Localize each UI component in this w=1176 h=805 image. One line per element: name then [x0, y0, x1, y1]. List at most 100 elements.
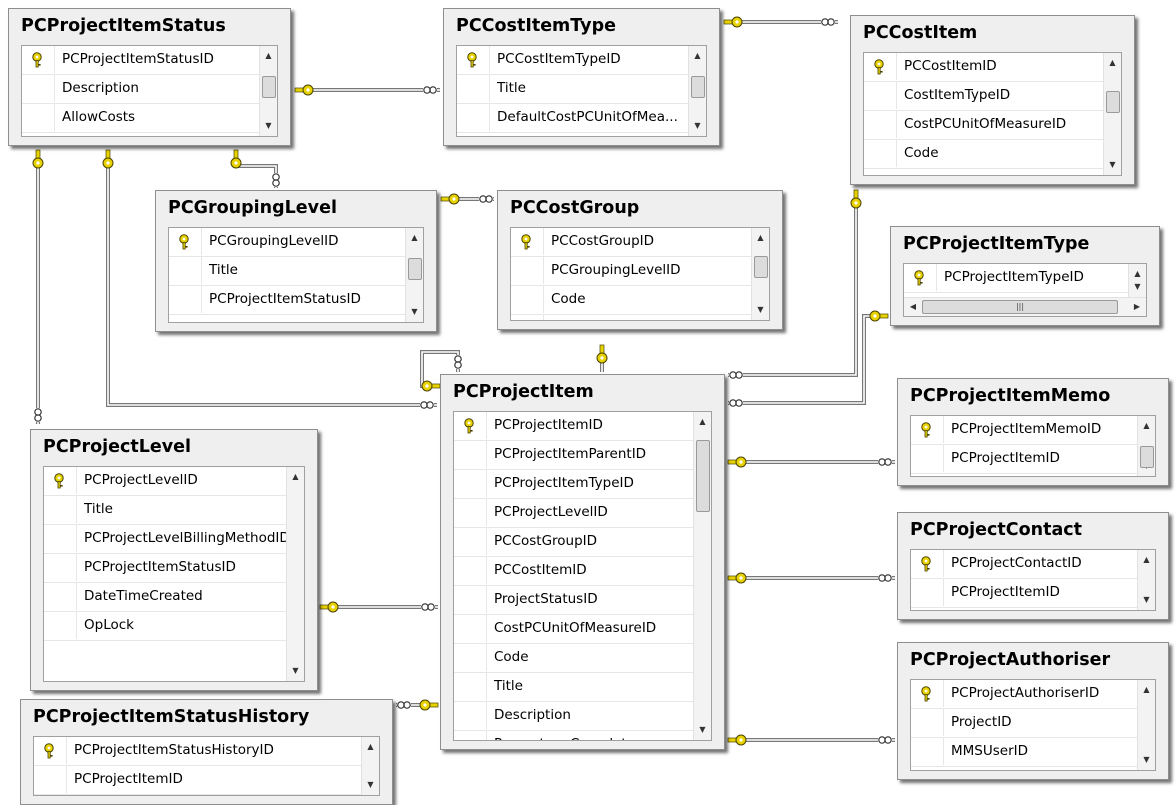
- primary-key-column-row[interactable]: PCCostItemTypeID: [457, 46, 688, 75]
- vertical-scrollbar[interactable]: ▲▼: [693, 412, 711, 740]
- column-row[interactable]: MMSUserID: [911, 738, 1137, 767]
- relationship-pcgroupinglevel-to-pccostgroup[interactable]: [440, 193, 494, 205]
- primary-key-column-row[interactable]: PCCostItemID: [864, 53, 1103, 82]
- vertical-scrollbar[interactable]: ▲▼: [688, 46, 706, 136]
- column-row[interactable]: CostPCUnitOfMeasureID: [864, 111, 1103, 140]
- scroll-down-arrow-icon[interactable]: ▼: [689, 118, 706, 134]
- column-row[interactable]: Description: [454, 702, 693, 731]
- table-pcgroupinglevel[interactable]: PCGroupingLevel PCGroupingLevelID Title PCP…: [155, 190, 437, 332]
- table-title[interactable]: PCProjectItemType: [891, 227, 1159, 261]
- table-pcprojectitem[interactable]: PCProjectItem PCProjectItemID PCProjectIte…: [440, 374, 725, 750]
- column-row[interactable]: CostPCUnitOfMeasureID: [454, 615, 693, 644]
- scroll-down-arrow-icon[interactable]: ▼: [1104, 157, 1121, 173]
- table-pcprojectauthoriser[interactable]: PCProjectAuthoriser PCProjectAuthoriserID…: [897, 642, 1169, 780]
- table-title[interactable]: PCProjectAuthoriser: [898, 643, 1168, 677]
- column-row[interactable]: Title: [169, 257, 405, 286]
- table-pcprojectitemtype[interactable]: PCProjectItemType PCProjectItemTypeID ▲ ▼ ◀ |…: [890, 226, 1160, 326]
- primary-key-column-row[interactable]: PCProjectItemMemoID: [911, 416, 1137, 445]
- column-row[interactable]: AllowCosts: [22, 104, 259, 133]
- column-row[interactable]: PCGroupingLevelID: [511, 257, 751, 286]
- scroll-up-arrow-icon[interactable]: ▲: [752, 230, 769, 246]
- relationship-pcprojectlevel-to-pcprojectitem[interactable]: [319, 601, 438, 613]
- scroll-up-arrow-icon[interactable]: ▲: [362, 739, 379, 755]
- table-pccostitemtype[interactable]: PCCostItemType PCCostItemTypeID Title Defau…: [443, 8, 720, 146]
- vertical-scrollbar[interactable]: ▲▼: [259, 46, 277, 136]
- column-row[interactable]: Title: [457, 75, 688, 104]
- table-title[interactable]: PCCostItemType: [444, 9, 719, 43]
- table-title[interactable]: PCProjectContact: [898, 513, 1168, 547]
- table-title[interactable]: PCCostItem: [851, 16, 1134, 50]
- scroll-left-arrow-icon[interactable]: ◀: [906, 298, 920, 316]
- vertical-scrollbar[interactable]: ▲▼: [1137, 680, 1155, 770]
- column-row[interactable]: DateTimeCreated: [44, 583, 286, 612]
- column-row[interactable]: PCProjectItemID: [911, 445, 1137, 474]
- table-title[interactable]: PCCostGroup: [498, 191, 782, 225]
- vertical-scrollbar[interactable]: ▲▼: [751, 228, 769, 320]
- scroll-thumb[interactable]: [408, 258, 422, 280]
- scroll-down-arrow-icon[interactable]: ▼: [1129, 279, 1146, 295]
- relationship-pcprojectitem-to-pcprojectcontact[interactable]: [727, 572, 895, 584]
- column-row[interactable]: PCCostItemID: [454, 557, 693, 586]
- column-row[interactable]: PCProjectItemID: [911, 579, 1137, 608]
- scroll-up-arrow-icon[interactable]: ▲: [1138, 552, 1155, 568]
- primary-key-column-row[interactable]: PCGroupingLevelID: [169, 228, 405, 257]
- table-pcprojectitemmemo[interactable]: PCProjectItemMemo PCProjectItemMemoID PCPr…: [897, 378, 1169, 486]
- scroll-down-arrow-icon[interactable]: ▼: [287, 663, 304, 679]
- table-pcprojectcontact[interactable]: PCProjectContact PCProjectContactID PCProj…: [897, 512, 1169, 620]
- scroll-up-arrow-icon[interactable]: ▲: [287, 469, 304, 485]
- relationship-pccostitemtype-to-pccostitem[interactable]: [723, 16, 838, 28]
- relationship-pccostgroup-to-pcprojectitem[interactable]: [596, 344, 608, 372]
- scroll-down-arrow-icon[interactable]: ▼: [694, 722, 711, 738]
- column-row[interactable]: PCProjectItemStatusID: [169, 286, 405, 315]
- column-row[interactable]: PCProjectItemTypeID: [454, 470, 693, 499]
- vertical-scrollbar[interactable]: ▲▼: [1128, 264, 1146, 297]
- scroll-thumb[interactable]: [754, 256, 768, 278]
- table-title[interactable]: PCProjectItemStatusHistory: [21, 700, 392, 734]
- column-row[interactable]: ProjectID: [911, 709, 1137, 738]
- table-title[interactable]: PCProjectItemStatus: [9, 9, 290, 43]
- primary-key-column-row[interactable]: PCProjectAuthoriserID: [911, 680, 1137, 709]
- scroll-up-arrow-icon[interactable]: ▲: [694, 414, 711, 430]
- scroll-thumb[interactable]: [691, 76, 705, 98]
- table-title[interactable]: PCProjectItemMemo: [898, 379, 1168, 413]
- column-row[interactable]: Title: [44, 496, 286, 525]
- scroll-thumb[interactable]: [1106, 91, 1120, 113]
- column-row[interactable]: Title: [511, 315, 751, 320]
- table-title[interactable]: PCProjectLevel: [31, 430, 317, 464]
- primary-key-column-row[interactable]: PCCostGroupID: [511, 228, 751, 257]
- scroll-right-arrow-icon[interactable]: ▶: [1130, 298, 1144, 316]
- scroll-up-arrow-icon[interactable]: ▲: [406, 230, 423, 246]
- primary-key-column-row[interactable]: PCProjectContactID: [911, 550, 1137, 579]
- relationship-pcprojectitem-to-pcprojectauthoriser[interactable]: [727, 734, 895, 746]
- column-row[interactable]: PCCostGroupID: [454, 528, 693, 557]
- table-pccostitem[interactable]: PCCostItem PCCostItemID CostItemTypeID Cost…: [850, 15, 1135, 185]
- vertical-scrollbar[interactable]: ▲▼: [286, 467, 304, 681]
- table-title[interactable]: PCGroupingLevel: [156, 191, 436, 225]
- column-row[interactable]: PCProjectLevelBillingMethodID: [44, 525, 286, 554]
- vertical-scrollbar[interactable]: ▲▼: [361, 737, 379, 795]
- column-row[interactable]: ProjectStatusID: [454, 586, 693, 615]
- column-row[interactable]: PCProjectItemID: [34, 766, 361, 795]
- scroll-up-arrow-icon[interactable]: ▲: [1104, 55, 1121, 71]
- scroll-down-arrow-icon[interactable]: ▼: [260, 118, 277, 134]
- table-pcprojectitemstatus[interactable]: PCProjectItemStatus PCProjectItemStatusID…: [8, 8, 291, 146]
- vertical-scrollbar[interactable]: ▲▼: [1137, 416, 1155, 476]
- scroll-thumb[interactable]: [696, 440, 710, 512]
- scroll-down-arrow-icon[interactable]: ▼: [752, 302, 769, 318]
- primary-key-column-row[interactable]: PCProjectItemStatusID: [22, 46, 259, 75]
- column-row[interactable]: PCProjectLevelID: [454, 499, 693, 528]
- vertical-scrollbar[interactable]: ▲▼: [1103, 53, 1121, 175]
- column-row[interactable]: PCProjectItemParentID: [454, 441, 693, 470]
- primary-key-column-row[interactable]: PCProjectItemStatusHistoryID: [34, 737, 361, 766]
- column-row[interactable]: Code: [511, 286, 751, 315]
- scroll-up-arrow-icon[interactable]: ▲: [689, 48, 706, 64]
- scroll-down-arrow-icon[interactable]: ▼: [362, 777, 379, 793]
- column-row[interactable]: Code: [864, 140, 1103, 169]
- scroll-thumb[interactable]: |||: [922, 300, 1118, 314]
- primary-key-column-row[interactable]: PCProjectItemID: [454, 412, 693, 441]
- relationship-pcprojectitemstatus-to-pcprojectlevel[interactable]: [32, 149, 44, 424]
- scroll-up-arrow-icon[interactable]: ▲: [260, 48, 277, 64]
- scroll-thumb[interactable]: [1140, 446, 1154, 468]
- scroll-thumb[interactable]: [262, 76, 276, 98]
- relationship-pcprojectitemstatus-to-pcgroupinglevel[interactable]: [230, 149, 280, 188]
